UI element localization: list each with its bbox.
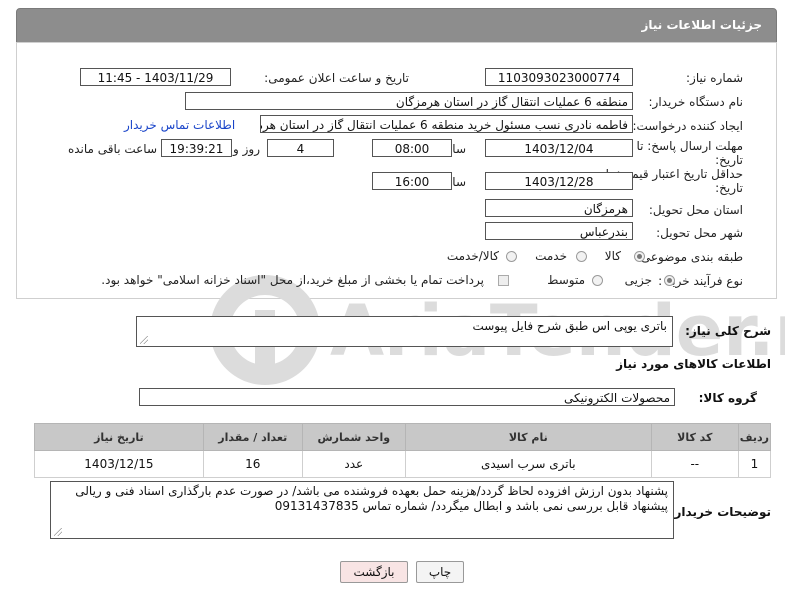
remaining-label: ساعت باقی مانده	[67, 142, 157, 156]
cell-goods-name: باتری سرب اسیدی	[404, 450, 652, 478]
resize-handle-icon[interactable]	[54, 528, 62, 536]
resize-handle-icon[interactable]	[140, 336, 148, 344]
col-header-row-number: ردیف	[737, 423, 772, 451]
process-medium-radio[interactable]	[592, 275, 603, 286]
contact-buyer-link[interactable]: اطلاعات تماس خریدار	[124, 118, 235, 132]
goods-group-label: گروه کالا:	[698, 391, 757, 405]
buyer-notes-text: پشنهاد بدون ارزش افزوده لحاظ گردد/هزینه …	[75, 484, 668, 513]
goods-section-title: اطلاعات کالاهای مورد نیاز	[616, 357, 771, 371]
announce-field: 1403/11/29 - 11:45	[80, 68, 231, 86]
col-header-goods-name: نام کالا	[404, 423, 652, 451]
process-partial-radio[interactable]	[664, 275, 675, 286]
deadline-time-field: 08:00	[372, 139, 452, 157]
cell-need-date: 1403/12/15	[34, 450, 204, 478]
creator-field: فاطمه نادری نسب مسئول خرید منطقه 6 عملیا…	[260, 115, 633, 133]
col-header-unit: واحد شمارش	[301, 423, 406, 451]
need-number-field: 1103093023000774	[485, 68, 633, 86]
category-goods-service-label: کالا/خدمت	[446, 249, 499, 263]
cell-row-number: 1	[737, 450, 772, 478]
goods-table: ردیف کد کالا نام کالا واحد شمارش تعداد /…	[34, 423, 772, 478]
cell-unit: عدد	[301, 450, 406, 478]
col-header-need-date: تاریخ نیاز	[34, 423, 204, 451]
creator-label: ایجاد کننده درخواست:	[632, 119, 743, 133]
description-text: باتری یوپی اس طبق شرح فایل پیوست	[472, 319, 667, 333]
description-label: شرح کلی نیاز:	[685, 324, 771, 338]
deadline-label: مهلت ارسال پاسخ: تا	[636, 139, 743, 153]
col-header-quantity: تعداد / مقدار	[202, 423, 303, 451]
province-field: هرمزگان	[485, 199, 633, 217]
remaining-time-field: 19:39:21	[161, 139, 232, 157]
treasury-payment-note: پرداخت تمام یا بخشی از مبلغ خرید،از محل …	[101, 273, 484, 287]
category-label: طبقه بندی موضوعی:	[636, 250, 743, 264]
validity-time-field: 16:00	[372, 172, 452, 190]
need-number-label: شماره نیاز:	[686, 71, 743, 85]
validity-date-field: 1403/12/28	[485, 172, 633, 190]
days-label: روز و	[233, 142, 260, 156]
deadline-label-date: تاریخ:	[715, 153, 743, 167]
category-service-radio[interactable]	[576, 251, 587, 262]
description-textarea[interactable]: باتری یوپی اس طبق شرح فایل پیوست	[136, 316, 673, 347]
page-header: جزئیات اطلاعات نیاز	[16, 8, 777, 44]
city-label: شهر محل تحویل:	[656, 226, 743, 240]
days-remaining-field: 4	[267, 139, 334, 157]
buyer-field: منطقه 6 عملیات انتقال گاز در استان هرمزگ…	[185, 92, 633, 110]
table-header-row: ردیف کد کالا نام کالا واحد شمارش تعداد /…	[34, 423, 772, 451]
category-goods-radio[interactable]	[634, 251, 645, 262]
category-goods-label: کالا	[604, 249, 621, 263]
validity-label-date: تاریخ:	[715, 181, 743, 195]
back-button[interactable]: بازگشت	[340, 561, 408, 583]
print-button[interactable]: چاپ	[416, 561, 464, 583]
goods-group-field: محصولات الکترونیکی	[139, 388, 675, 406]
page-title: جزئیات اطلاعات نیاز	[641, 18, 762, 32]
process-medium-label: متوسط	[547, 273, 585, 287]
process-partial-label: جزیی	[624, 273, 652, 287]
category-goods-service-radio[interactable]	[506, 251, 517, 262]
table-row[interactable]: 1 -- باتری سرب اسیدی عدد 16 1403/12/15	[34, 450, 772, 478]
province-label: استان محل تحویل:	[648, 203, 743, 217]
category-service-label: خدمت	[535, 249, 567, 263]
buyer-notes-label: توضیحات خریدار:	[669, 505, 771, 519]
announce-label: تاریخ و ساعت اعلان عمومی:	[264, 71, 409, 85]
buyer-notes-textarea[interactable]: پشنهاد بدون ارزش افزوده لحاظ گردد/هزینه …	[50, 481, 674, 539]
col-header-goods-code: کد کالا	[650, 423, 739, 451]
city-field: بندرعباس	[485, 222, 633, 240]
treasury-payment-checkbox[interactable]	[498, 275, 509, 286]
deadline-date-field: 1403/12/04	[485, 139, 633, 157]
cell-quantity: 16	[202, 450, 303, 478]
buyer-label: نام دستگاه خریدار:	[648, 95, 744, 109]
cell-goods-code: --	[650, 450, 739, 478]
